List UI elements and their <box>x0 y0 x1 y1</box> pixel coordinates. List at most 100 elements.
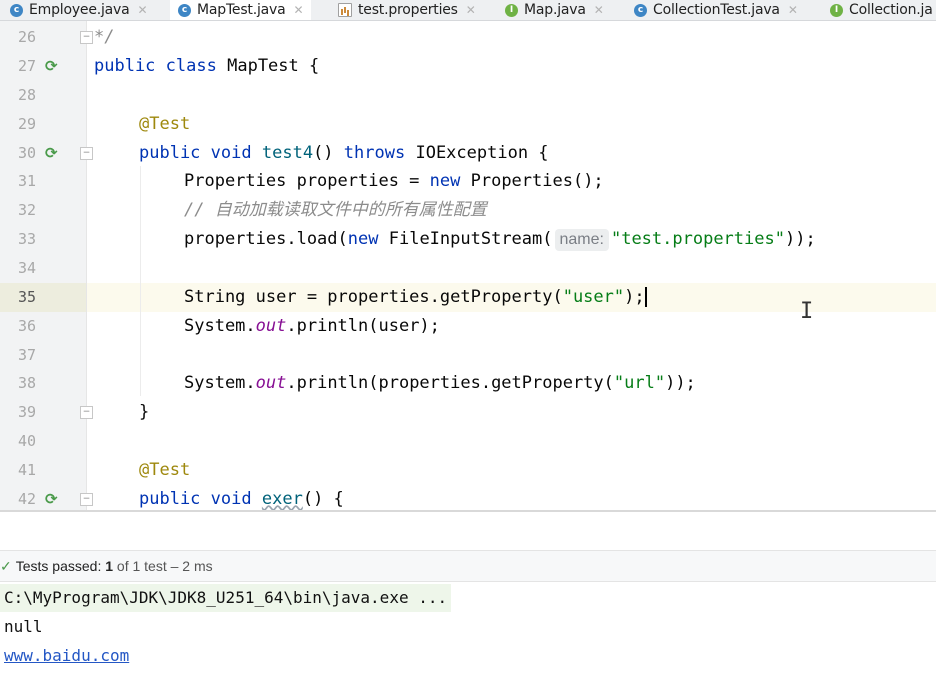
static-field: out <box>255 373 287 393</box>
code-line: public void exer() { <box>139 485 344 510</box>
tests-passed-label: Tests passed: <box>15 558 102 574</box>
code-text: FileInputStream( <box>388 229 553 249</box>
interface-icon: I <box>830 3 843 17</box>
tests-passed-count: 1 <box>105 558 114 574</box>
static-field: out <box>255 316 287 336</box>
fold-icon[interactable]: − <box>80 493 93 506</box>
keyword: void <box>210 489 252 509</box>
tab-label: CollectionTest.java <box>653 2 780 18</box>
close-icon[interactable]: ✕ <box>788 3 798 17</box>
code-text: MapTest { <box>227 56 320 76</box>
code-text: )); <box>784 229 816 249</box>
line-number: 26 <box>17 28 36 46</box>
keyword: class <box>165 56 217 76</box>
line-number: 28 <box>17 86 36 104</box>
line-number: 29 <box>17 115 36 133</box>
line-number: 31 <box>17 172 36 190</box>
console-output-line: null <box>4 617 43 636</box>
run-console[interactable]: C:\MyProgram\JDK\JDK8_U251_64\bin\java.e… <box>0 582 936 696</box>
code-text: () <box>313 143 334 163</box>
tab-label: Collection.ja <box>849 2 933 18</box>
run-test-icon[interactable]: ⟳ <box>45 139 63 168</box>
code-line: properties.load(new FileInputStream(name… <box>184 225 816 254</box>
tab-collectiontest-java[interactable]: c CollectionTest.java ✕ <box>634 0 798 20</box>
line-number: 30 <box>17 144 36 162</box>
close-icon[interactable]: ✕ <box>466 3 476 17</box>
code-line: Properties properties = new Properties()… <box>184 167 604 196</box>
comment-text: // <box>184 200 215 220</box>
code-text: } <box>139 402 150 422</box>
comment-text: */ <box>94 27 115 47</box>
string-literal: "test.properties" <box>610 229 785 249</box>
keyword: void <box>210 143 252 163</box>
fold-icon[interactable]: − <box>80 406 93 419</box>
tab-map-java[interactable]: I Map.java ✕ <box>505 0 604 20</box>
code-editor[interactable]: 26 27 28 29 30 31 32 33 34 35 36 37 38 3… <box>0 21 936 510</box>
line-number: 33 <box>17 230 36 248</box>
line-number: 27 <box>17 57 36 75</box>
keyword: public <box>139 489 201 509</box>
editor-tab-bar: c Employee.java ✕ c MapTest.java ✕ test.… <box>0 0 936 21</box>
keyword: public <box>94 56 156 76</box>
interface-icon: I <box>505 3 518 17</box>
console-command-line[interactable]: C:\MyProgram\JDK\JDK8_U251_64\bin\java.e… <box>0 584 452 612</box>
tab-label: MapTest.java <box>197 2 286 18</box>
code-line: // 自动加载读取文件中的所有属性配置 <box>184 196 487 225</box>
text-cursor <box>644 287 647 307</box>
parameter-hint: name: <box>554 229 609 251</box>
line-number: 40 <box>17 432 36 450</box>
code-line-current: String user = properties.getProperty("us… <box>184 283 647 312</box>
code-line: @Test <box>139 110 190 139</box>
close-icon[interactable]: ✕ <box>294 3 304 17</box>
tests-summary: of 1 test – 2 ms <box>116 558 213 574</box>
test-status-bar: ✓ Tests passed: 1 of 1 test – 2 ms <box>0 550 936 582</box>
close-icon[interactable]: ✕ <box>138 3 148 17</box>
tab-label: test.properties <box>358 2 458 18</box>
close-icon[interactable]: ✕ <box>594 3 604 17</box>
line-number: 39 <box>17 403 36 421</box>
keyword: public <box>139 143 201 163</box>
properties-file-icon <box>338 3 352 17</box>
code-line: public class MapTest { <box>94 52 319 81</box>
class-icon: c <box>634 3 647 17</box>
line-number: 36 <box>17 317 36 335</box>
class-icon: c <box>10 3 23 17</box>
tab-employee-java[interactable]: c Employee.java ✕ <box>10 0 148 20</box>
code-text: String user = properties.getProperty( <box>184 287 563 307</box>
run-test-icon[interactable]: ⟳ <box>45 485 63 510</box>
mouse-ibeam-cursor: I <box>800 299 814 324</box>
gutter-divider <box>86 21 87 510</box>
code-text: )); <box>665 373 696 393</box>
run-test-icon[interactable]: ⟳ <box>45 52 63 81</box>
line-number: 42 <box>17 490 36 508</box>
code-text: System. <box>184 373 256 393</box>
code-text: .println(user); <box>286 316 440 336</box>
string-literal: "user" <box>562 287 625 307</box>
code-text: () { <box>302 489 344 509</box>
line-number: 37 <box>17 346 36 364</box>
line-number: 38 <box>17 374 36 392</box>
code-line: } <box>139 398 149 427</box>
tab-collection-java[interactable]: I Collection.ja <box>830 0 933 20</box>
code-line: @Test <box>139 456 190 485</box>
tab-maptest-java[interactable]: c MapTest.java ✕ <box>170 0 312 20</box>
indent-guide <box>140 166 141 396</box>
keyword: new <box>347 229 379 249</box>
code-text: .println(properties.getProperty( <box>286 373 614 393</box>
tab-test-properties[interactable]: test.properties ✕ <box>338 0 476 20</box>
console-output-link[interactable]: www.baidu.com <box>4 642 129 670</box>
method-name: test4 <box>261 143 314 163</box>
run-panel-toolbar-area <box>0 512 936 548</box>
code-text: System. <box>184 316 256 336</box>
keyword: new <box>429 171 461 191</box>
fold-icon[interactable]: − <box>80 31 93 44</box>
fold-icon[interactable]: − <box>80 147 93 160</box>
code-text: Properties(); <box>470 171 604 191</box>
tab-label: Map.java <box>524 2 586 18</box>
line-number: 32 <box>17 201 36 219</box>
line-number-current: 35 <box>17 288 36 306</box>
annotation: @Test <box>139 460 191 480</box>
code-text: ); <box>624 287 645 307</box>
code-text: Properties properties = <box>184 171 430 191</box>
code-line: System.out.println(user); <box>184 312 440 341</box>
